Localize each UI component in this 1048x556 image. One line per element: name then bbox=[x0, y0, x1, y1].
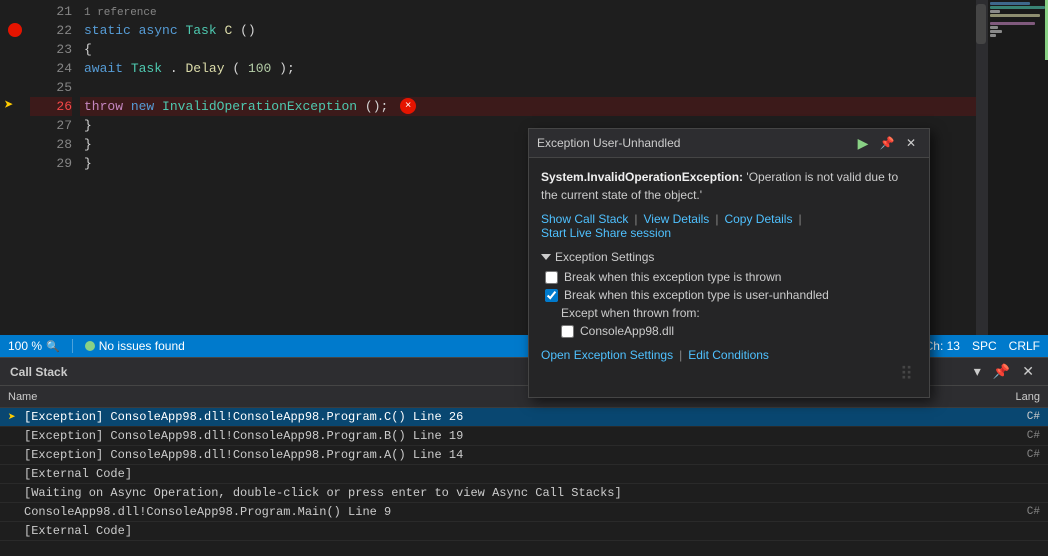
stack-frame-name: [Waiting on Async Operation, double-clic… bbox=[24, 486, 980, 500]
stack-row[interactable]: ➤ [Exception] ConsoleApp98.dll!ConsoleAp… bbox=[0, 408, 1048, 427]
pin-button[interactable]: 📌 bbox=[877, 133, 897, 153]
stack-row[interactable]: ConsoleApp98.dll!ConsoleApp98.Program.Ma… bbox=[0, 503, 1048, 522]
except-when-section: Except when thrown from: bbox=[541, 306, 917, 320]
expand-icon bbox=[541, 254, 551, 260]
start-live-share-link[interactable]: Start Live Share session bbox=[541, 226, 671, 240]
code-line-22: static async Task C () bbox=[80, 21, 1048, 40]
current-line-arrow: ➤ bbox=[4, 95, 14, 115]
popup-title: Exception User-Unhandled bbox=[537, 136, 680, 150]
open-exception-settings-link[interactable]: Open Exception Settings bbox=[541, 348, 673, 362]
checkbox-row-2: Break when this exception type is user-u… bbox=[541, 288, 917, 302]
stack-frame-name: ConsoleApp98.dll!ConsoleApp98.Program.Ma… bbox=[24, 505, 980, 519]
editor-scrollbar[interactable] bbox=[976, 0, 988, 335]
status-sep-1 bbox=[72, 339, 73, 353]
stack-frame-name: [Exception] ConsoleApp98.dll!ConsoleApp9… bbox=[24, 448, 980, 462]
break-thrown-label: Break when this exception type is thrown bbox=[564, 270, 781, 284]
edit-conditions-link[interactable]: Edit Conditions bbox=[688, 348, 769, 362]
line-number: 26 bbox=[30, 97, 72, 116]
code-line-21: 1 reference bbox=[80, 2, 1048, 21]
code-line-26: throw new InvalidOperationException (); bbox=[80, 97, 1048, 116]
close-popup-button[interactable]: ✕ bbox=[901, 133, 921, 153]
panel-dropdown-btn[interactable]: ▾ bbox=[970, 361, 985, 382]
stack-frame-lang: C# bbox=[980, 449, 1040, 461]
breakpoint-margin: ➤ bbox=[0, 0, 30, 335]
view-details-link[interactable]: View Details bbox=[644, 212, 710, 226]
except-when-label: Except when thrown from: bbox=[561, 306, 700, 320]
console-row: ConsoleApp98.dll bbox=[541, 324, 917, 338]
zoom-level[interactable]: 100 % 🔍 bbox=[8, 339, 60, 353]
minimap bbox=[988, 0, 1048, 335]
copy-details-link[interactable]: Copy Details bbox=[724, 212, 792, 226]
line-number: 22 bbox=[30, 21, 72, 40]
zoom-value: 100 % bbox=[8, 339, 42, 353]
show-call-stack-link[interactable]: Show Call Stack bbox=[541, 212, 628, 226]
breakpoint-dot[interactable] bbox=[8, 21, 22, 39]
encoding[interactable]: SPC bbox=[972, 339, 997, 353]
popup-body: System.InvalidOperationException: 'Opera… bbox=[529, 158, 929, 397]
panel-pin-btn[interactable]: 📌 bbox=[989, 361, 1014, 382]
row-arrow-icon: ➤ bbox=[8, 410, 24, 425]
stack-rows: ➤ [Exception] ConsoleApp98.dll!ConsoleAp… bbox=[0, 408, 1048, 541]
stack-frame-name: [External Code] bbox=[24, 467, 980, 481]
break-unhandled-checkbox[interactable] bbox=[545, 289, 558, 302]
exception-type: System.InvalidOperationException: bbox=[541, 170, 743, 184]
zoom-icon: 🔍 bbox=[46, 340, 60, 353]
stack-row[interactable]: [External Code] bbox=[0, 465, 1048, 484]
panel-title: Call Stack bbox=[10, 365, 67, 379]
break-unhandled-label: Break when this exception type is user-u… bbox=[564, 288, 829, 302]
console-dll-checkbox[interactable] bbox=[561, 325, 574, 338]
popup-links: Show Call Stack | View Details | Copy De… bbox=[541, 212, 917, 240]
popup-controls: ▶ 📌 ✕ bbox=[853, 133, 921, 153]
stack-frame-lang: C# bbox=[980, 506, 1040, 518]
settings-header[interactable]: Exception Settings bbox=[541, 250, 917, 264]
break-thrown-checkbox[interactable] bbox=[545, 271, 558, 284]
col-header-lang: Lang bbox=[980, 391, 1040, 403]
code-line-24: await Task . Delay ( 100 ); bbox=[80, 59, 1048, 78]
reference-note: 1 reference bbox=[84, 7, 157, 19]
panel-close-btn[interactable]: ✕ bbox=[1018, 361, 1038, 382]
stack-frame-name: [Exception] ConsoleApp98.dll!ConsoleApp9… bbox=[24, 429, 980, 443]
code-line-23: { bbox=[80, 40, 1048, 59]
stack-row[interactable]: [External Code] bbox=[0, 522, 1048, 541]
exception-settings: Exception Settings Break when this excep… bbox=[541, 250, 917, 362]
error-indicator[interactable] bbox=[400, 98, 416, 114]
stack-frame-name: [Exception] ConsoleApp98.dll!ConsoleApp9… bbox=[24, 410, 980, 424]
stack-row[interactable]: [Exception] ConsoleApp98.dll!ConsoleApp9… bbox=[0, 427, 1048, 446]
line-number: 29 bbox=[30, 154, 72, 173]
line-number: 25 bbox=[30, 78, 72, 97]
stack-row[interactable]: [Waiting on Async Operation, double-clic… bbox=[0, 484, 1048, 503]
line-number: 27 bbox=[30, 116, 72, 135]
line-number: 23 bbox=[30, 40, 72, 59]
line-number: 24 bbox=[30, 59, 72, 78]
popup-header: Exception User-Unhandled ▶ 📌 ✕ bbox=[529, 129, 929, 158]
line-number: 21 bbox=[30, 2, 72, 21]
exception-popup: Exception User-Unhandled ▶ 📌 ✕ System.In… bbox=[528, 128, 930, 398]
stack-frame-lang: C# bbox=[980, 430, 1040, 442]
checkbox-row-1: Break when this exception type is thrown bbox=[541, 270, 917, 284]
stack-row[interactable]: [Exception] ConsoleApp98.dll!ConsoleApp9… bbox=[0, 446, 1048, 465]
stack-frame-name: [External Code] bbox=[24, 524, 980, 538]
panel-controls: ▾ 📌 ✕ bbox=[970, 361, 1038, 382]
no-issues-indicator[interactable]: No issues found bbox=[85, 339, 185, 353]
no-issues-text: No issues found bbox=[99, 339, 185, 353]
exception-message: System.InvalidOperationException: 'Opera… bbox=[541, 168, 917, 204]
settings-title: Exception Settings bbox=[555, 250, 654, 264]
line-numbers: 21 22 23 24 25 26 27 28 29 bbox=[30, 0, 80, 335]
drag-handle: ⠿ bbox=[541, 362, 917, 387]
code-line-25 bbox=[80, 78, 1048, 97]
continue-button[interactable]: ▶ bbox=[853, 133, 873, 153]
line-ending[interactable]: CRLF bbox=[1009, 339, 1040, 353]
health-indicator-icon bbox=[85, 341, 95, 351]
console-dll-label: ConsoleApp98.dll bbox=[580, 324, 674, 338]
popup-footer-links: Open Exception Settings | Edit Condition… bbox=[541, 344, 917, 362]
stack-frame-lang: C# bbox=[980, 411, 1040, 423]
line-number: 28 bbox=[30, 135, 72, 154]
